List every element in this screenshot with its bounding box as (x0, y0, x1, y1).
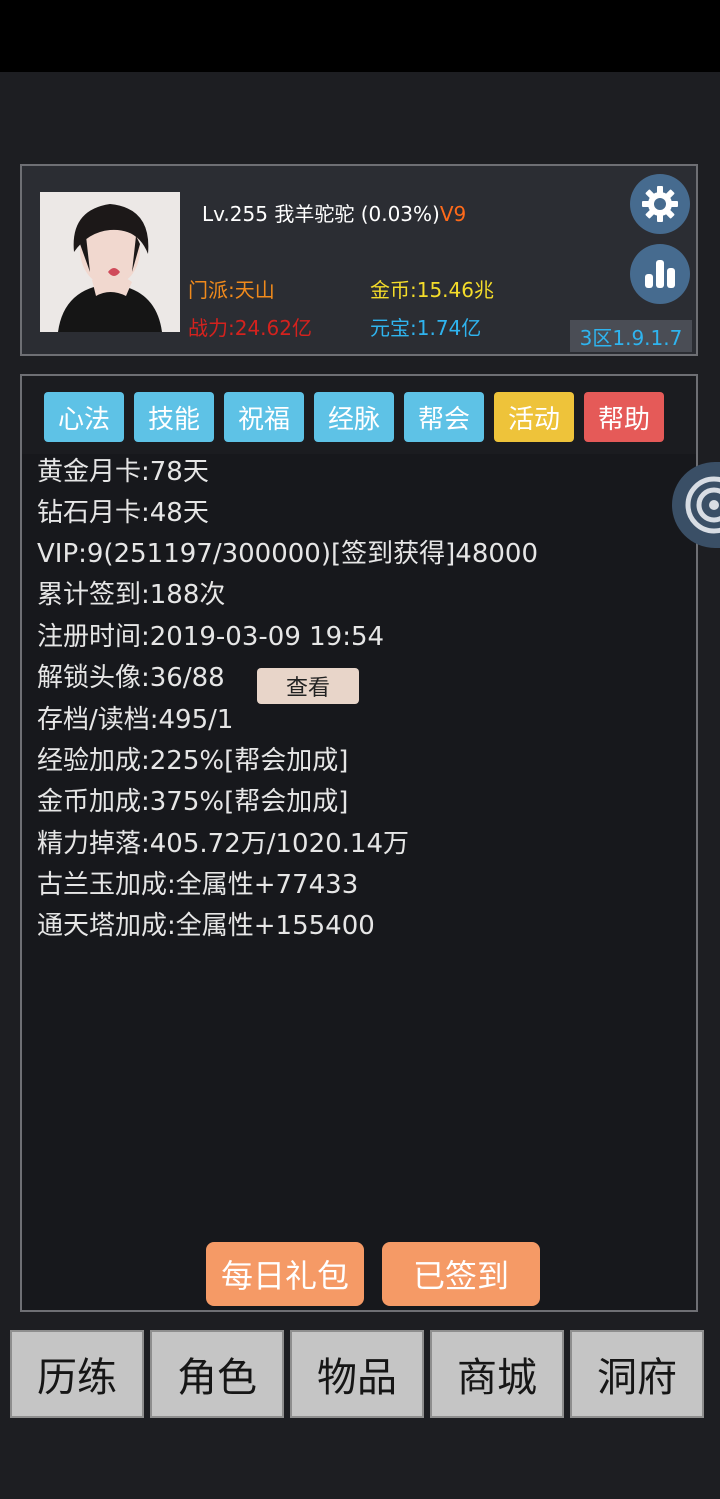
tab-meridian[interactable]: 经脉 (314, 392, 394, 442)
tab-skills[interactable]: 技能 (134, 392, 214, 442)
nav-training[interactable]: 历练 (10, 1330, 144, 1418)
player-level: Lv.255 (202, 202, 268, 226)
tab-activity[interactable]: 活动 (494, 392, 574, 442)
info-gold-card: 黄金月卡:78天 (37, 457, 209, 487)
info-gold-bonus: 金币加成:375%[帮会加成] (37, 787, 349, 817)
tab-guild[interactable]: 帮会 (404, 392, 484, 442)
info-diamond-card: 钻石月卡:48天 (37, 498, 209, 528)
info-exp-bonus: 经验加成:225%[帮会加成] (37, 746, 349, 776)
vip-badge: V9 (439, 202, 467, 226)
avatar[interactable] (40, 192, 180, 332)
player-panel: Lv.255 我羊驼驼 (0.03%)V9 门派:天山 战力:24.62亿 金币… (20, 164, 698, 356)
player-name: 我羊驼驼 (274, 202, 355, 226)
player-level-line: Lv.255 我羊驼驼 (0.03%)V9 (202, 198, 466, 227)
yuanbao-label: 元宝:1.74亿 (370, 316, 482, 340)
power-label: 战力:24.62亿 (188, 316, 312, 340)
info-energy-drop: 精力掉落:405.72万/1020.14万 (37, 829, 410, 859)
info-vip: VIP:9(251197/300000)[签到获得]48000 (37, 539, 538, 569)
daily-gift-button[interactable]: 每日礼包 (206, 1242, 364, 1306)
ranking-button[interactable] (630, 244, 690, 304)
status-bar (0, 0, 720, 72)
main-panel: 心法 技能 祝福 经脉 帮会 活动 帮助 黄金月卡:78天 钻石月卡:48天 V… (20, 374, 698, 1312)
view-avatars-button[interactable]: 查看 (257, 668, 359, 704)
gear-icon (642, 186, 678, 222)
gold-label: 金币:15.46兆 (370, 278, 494, 302)
nav-shop[interactable]: 商城 (430, 1330, 564, 1418)
tab-bar: 心法 技能 祝福 经脉 帮会 活动 帮助 (22, 376, 696, 454)
player-exp-percent: (0.03%) (360, 202, 440, 226)
info-unlocked-avatars: 解锁头像:36/88 (37, 663, 225, 693)
nav-cave[interactable]: 洞府 (570, 1330, 704, 1418)
server-version-badge: 3区1.9.1.7 (570, 320, 692, 352)
info-signin-total: 累计签到:188次 (37, 580, 226, 610)
bar-chart-icon (645, 260, 675, 288)
nav-character[interactable]: 角色 (150, 1330, 284, 1418)
tab-help[interactable]: 帮助 (584, 392, 664, 442)
info-gulanyu-bonus: 古兰玉加成:全属性+77433 (37, 870, 359, 900)
info-register-time: 注册时间:2019-03-09 19:54 (37, 622, 385, 652)
tab-xinfa[interactable]: 心法 (44, 392, 124, 442)
tab-blessing[interactable]: 祝福 (224, 392, 304, 442)
avatar-image (40, 192, 180, 332)
sect-label: 门派:天山 (188, 278, 275, 302)
settings-button[interactable] (630, 174, 690, 234)
info-tower-bonus: 通天塔加成:全属性+155400 (37, 911, 375, 941)
signed-in-button[interactable]: 已签到 (382, 1242, 540, 1306)
nav-items[interactable]: 物品 (290, 1330, 424, 1418)
info-save-load: 存档/读档:495/1 (37, 705, 234, 735)
